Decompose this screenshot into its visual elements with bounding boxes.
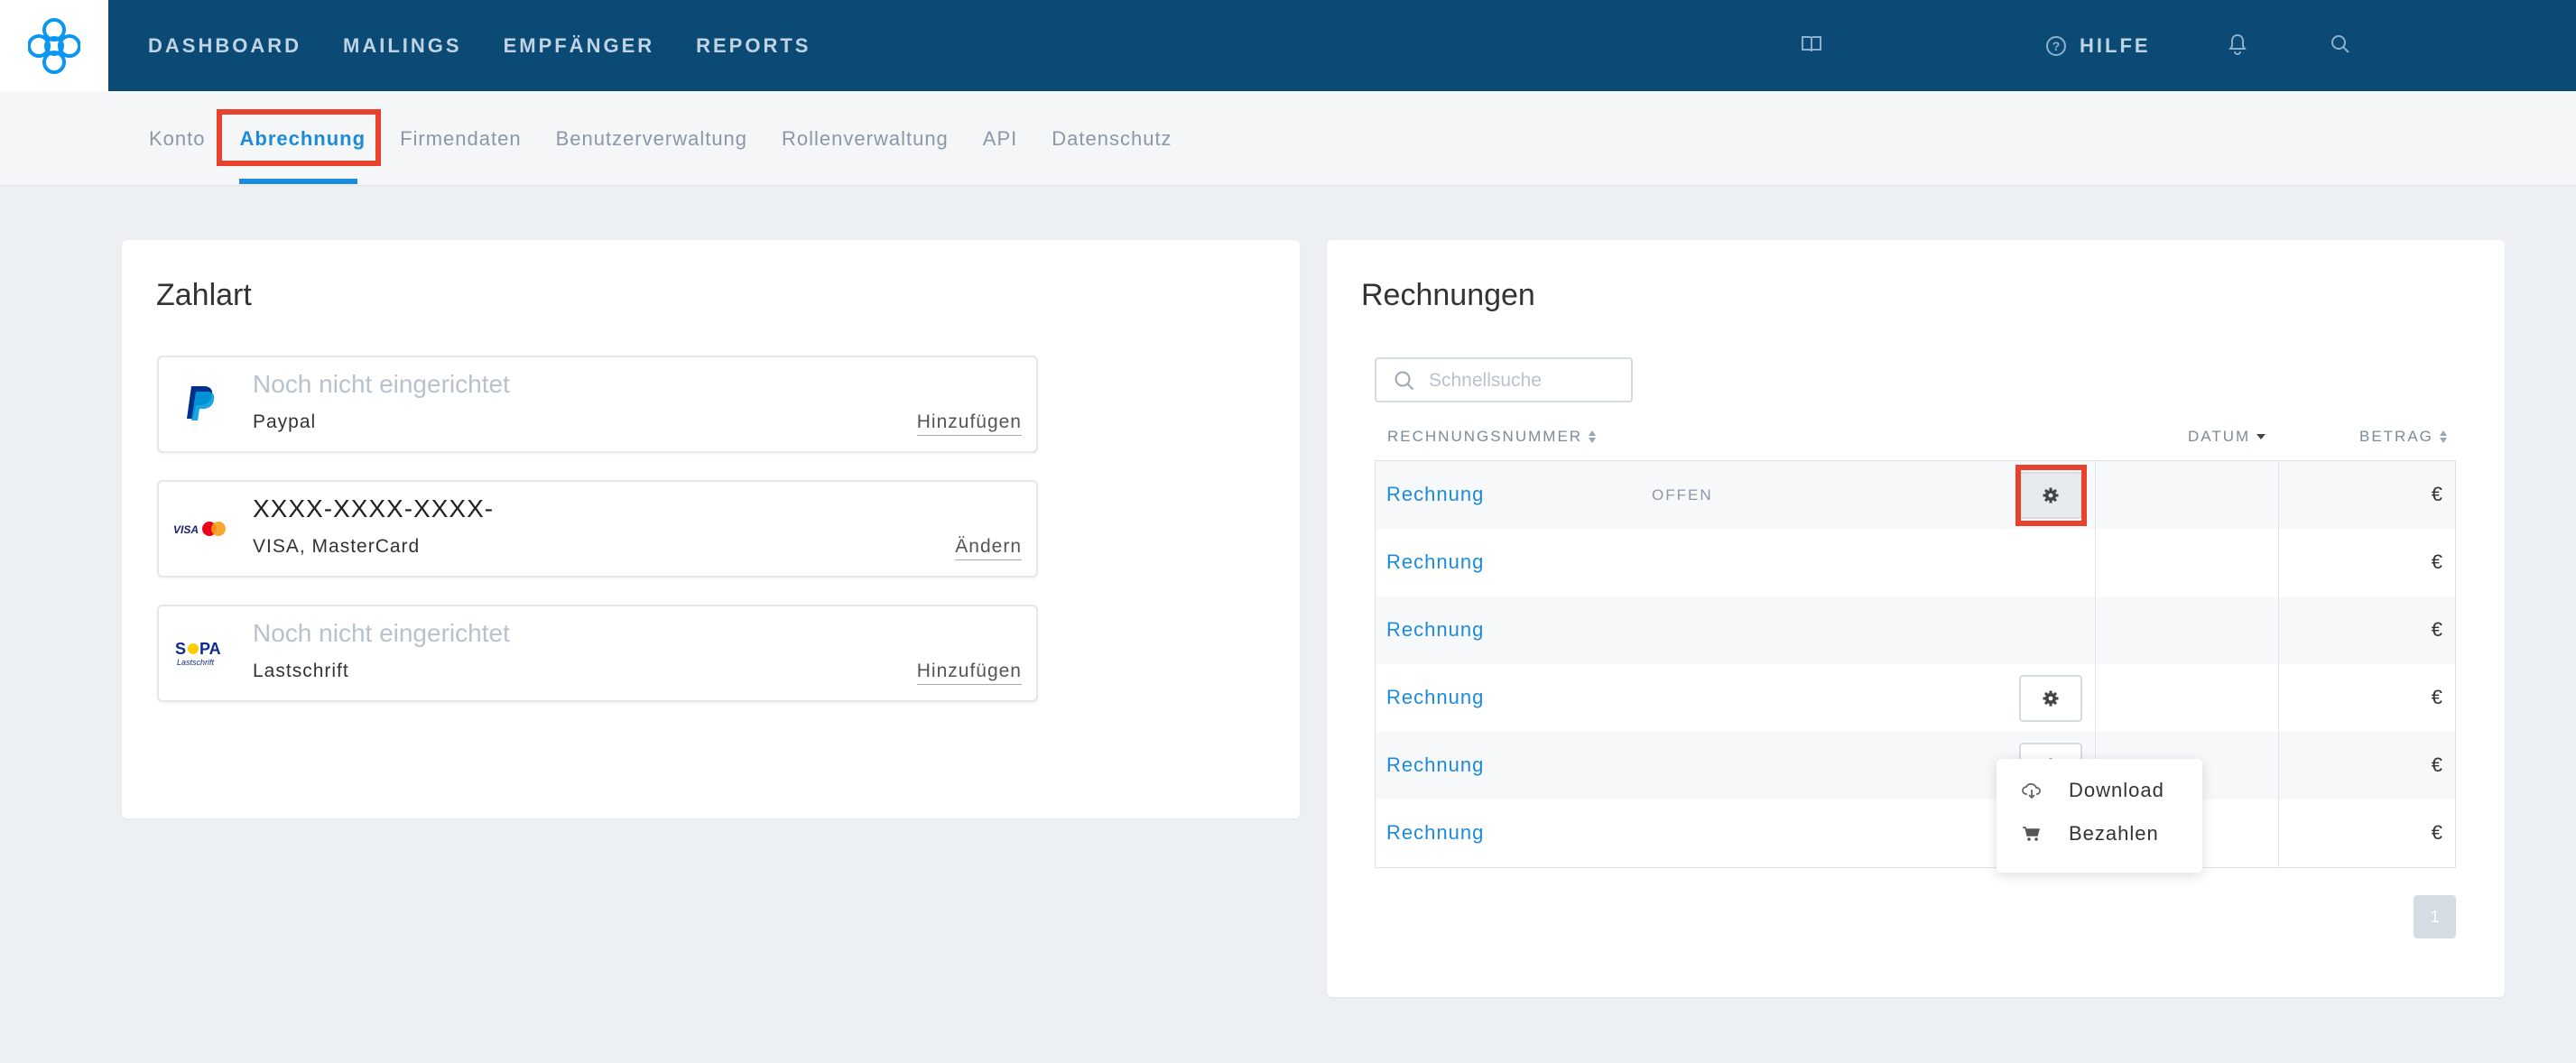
menu-item-pay-label: Bezahlen bbox=[2069, 822, 2159, 845]
column-amount-label: BETRAG bbox=[2359, 428, 2433, 445]
svg-text:Lastschrift: Lastschrift bbox=[177, 658, 215, 667]
card-change-link[interactable]: Ändern bbox=[955, 536, 1022, 560]
invoice-actions-button[interactable] bbox=[2019, 675, 2082, 722]
nav-reports[interactable]: REPORTS bbox=[696, 34, 811, 58]
column-amount[interactable]: BETRAG bbox=[2359, 428, 2448, 446]
sepa-logo-icon: S PA Lastschrift bbox=[171, 624, 229, 682]
invoice-table: Rechnung OFFEN € Rechnung € Rechnung € R… bbox=[1375, 460, 2456, 873]
tab-firmendaten[interactable]: Firmendaten bbox=[400, 127, 522, 151]
svg-text:PA: PA bbox=[199, 640, 221, 658]
settings-subnav: Konto Abrechnung Firmendaten Benutzerver… bbox=[0, 91, 2576, 186]
book-icon[interactable] bbox=[1796, 29, 1827, 60]
top-navbar: DASHBOARD MAILINGS EMPFÄNGER REPORTS ? H… bbox=[0, 0, 2576, 91]
invoice-link[interactable]: Rechnung bbox=[1386, 686, 1484, 709]
invoice-amount: € bbox=[2431, 483, 2442, 505]
help-circle-icon: ? bbox=[2046, 35, 2066, 56]
sepa-status: Noch nicht eingerichtet bbox=[253, 619, 510, 647]
paypal-add-link[interactable]: Hinzufügen bbox=[916, 411, 1022, 436]
tab-rollenverwaltung[interactable]: Rollenverwaltung bbox=[782, 127, 949, 151]
menu-item-download[interactable]: Download bbox=[2022, 777, 2164, 804]
bell-icon[interactable] bbox=[2222, 29, 2253, 60]
menu-item-pay[interactable]: Bezahlen bbox=[2022, 820, 2159, 847]
payment-method-card: VISA XXXX-XXXX-XXXX- VISA, MasterCard Än… bbox=[157, 480, 1038, 578]
nav-mailings[interactable]: MAILINGS bbox=[343, 34, 462, 58]
invoice-link[interactable]: Rechnung bbox=[1386, 753, 1484, 777]
invoice-link[interactable]: Rechnung bbox=[1386, 821, 1484, 845]
paypal-label: Paypal bbox=[253, 411, 317, 432]
help-label: HILFE bbox=[2080, 33, 2151, 57]
nav-empfaenger[interactable]: EMPFÄNGER bbox=[504, 34, 655, 58]
quick-search-input[interactable] bbox=[1429, 368, 1618, 393]
sort-icon bbox=[2439, 430, 2447, 443]
cart-icon bbox=[2023, 827, 2040, 841]
invoice-amount: € bbox=[2431, 821, 2442, 844]
sepa-add-link[interactable]: Hinzufügen bbox=[916, 661, 1022, 685]
logo[interactable] bbox=[0, 0, 108, 91]
invoice-link[interactable]: Rechnung bbox=[1386, 618, 1484, 642]
payment-method-paypal: Noch nicht eingerichtet Paypal Hinzufüge… bbox=[157, 356, 1038, 453]
tab-datenschutz[interactable]: Datenschutz bbox=[1052, 127, 1172, 151]
invoice-amount: € bbox=[2431, 686, 2442, 708]
sepa-label: Lastschrift bbox=[253, 661, 349, 681]
tab-highlight-box bbox=[217, 109, 381, 166]
pagination-page-1[interactable]: 1 bbox=[2414, 895, 2456, 938]
table-row: Rechnung € bbox=[1376, 732, 2455, 800]
table-row: Rechnung € bbox=[1376, 529, 2455, 596]
column-divider bbox=[2278, 461, 2279, 867]
invoice-actions-menu: Download Bezahlen bbox=[1997, 759, 2202, 873]
svg-text:?: ? bbox=[2052, 39, 2061, 53]
payment-method-sepa: S PA Lastschrift Noch nicht eingerichtet… bbox=[157, 605, 1038, 702]
active-tab-indicator bbox=[239, 179, 357, 184]
tab-benutzerverwaltung[interactable]: Benutzerverwaltung bbox=[556, 127, 747, 151]
quick-search bbox=[1375, 357, 1633, 402]
invoice-link[interactable]: Rechnung bbox=[1386, 550, 1484, 574]
invoices-card: Rechnungen RECHNUNGSNUMMER DATUM BETRAG … bbox=[1327, 240, 2505, 997]
search-icon[interactable] bbox=[2325, 29, 2356, 60]
card-number: XXXX-XXXX-XXXX- bbox=[253, 495, 495, 522]
svg-text:VISA: VISA bbox=[173, 523, 199, 536]
table-row: Rechnung € bbox=[1376, 664, 2455, 732]
nav-dashboard[interactable]: DASHBOARD bbox=[148, 34, 301, 58]
invoice-amount: € bbox=[2431, 550, 2442, 573]
invoices-title: Rechnungen bbox=[1361, 278, 1535, 312]
invoice-amount: € bbox=[2431, 618, 2442, 641]
paypal-status: Noch nicht eingerichtet bbox=[253, 370, 510, 398]
sort-icon bbox=[1589, 430, 1597, 443]
invoice-amount: € bbox=[2431, 753, 2442, 776]
payment-methods-card: Zahlart Noch nicht eingerichtet Paypal H… bbox=[122, 240, 1300, 818]
paypal-logo-icon bbox=[171, 375, 229, 433]
table-row: Rechnung € bbox=[1376, 800, 2455, 867]
menu-item-download-label: Download bbox=[2069, 779, 2164, 801]
column-invoice-number[interactable]: RECHNUNGSNUMMER bbox=[1387, 428, 1597, 446]
cloud-download-icon bbox=[2022, 782, 2041, 799]
visa-mastercard-logo-icon: VISA bbox=[171, 500, 229, 558]
search-icon bbox=[1395, 371, 1414, 391]
gear-highlight-box bbox=[2015, 465, 2087, 526]
column-date[interactable]: DATUM bbox=[2188, 428, 2266, 446]
main-nav: DASHBOARD MAILINGS EMPFÄNGER REPORTS bbox=[148, 0, 811, 91]
gear-icon bbox=[2043, 690, 2059, 707]
sendinblue-logo-icon bbox=[28, 17, 80, 74]
sort-desc-icon bbox=[2256, 434, 2266, 439]
card-type: VISA, MasterCard bbox=[253, 536, 421, 557]
help-button[interactable]: ? HILFE bbox=[2045, 0, 2151, 91]
tab-api[interactable]: API bbox=[983, 127, 1017, 151]
tab-konto[interactable]: Konto bbox=[149, 127, 206, 151]
column-invoice-number-label: RECHNUNGSNUMMER bbox=[1387, 428, 1583, 445]
status-badge: OFFEN bbox=[1652, 486, 1713, 504]
payment-title: Zahlart bbox=[156, 278, 252, 312]
table-row: Rechnung € bbox=[1376, 596, 2455, 664]
invoice-link[interactable]: Rechnung bbox=[1386, 483, 1484, 506]
column-date-label: DATUM bbox=[2188, 428, 2251, 445]
svg-text:S: S bbox=[175, 640, 186, 658]
table-row: Rechnung OFFEN € bbox=[1376, 461, 2455, 529]
